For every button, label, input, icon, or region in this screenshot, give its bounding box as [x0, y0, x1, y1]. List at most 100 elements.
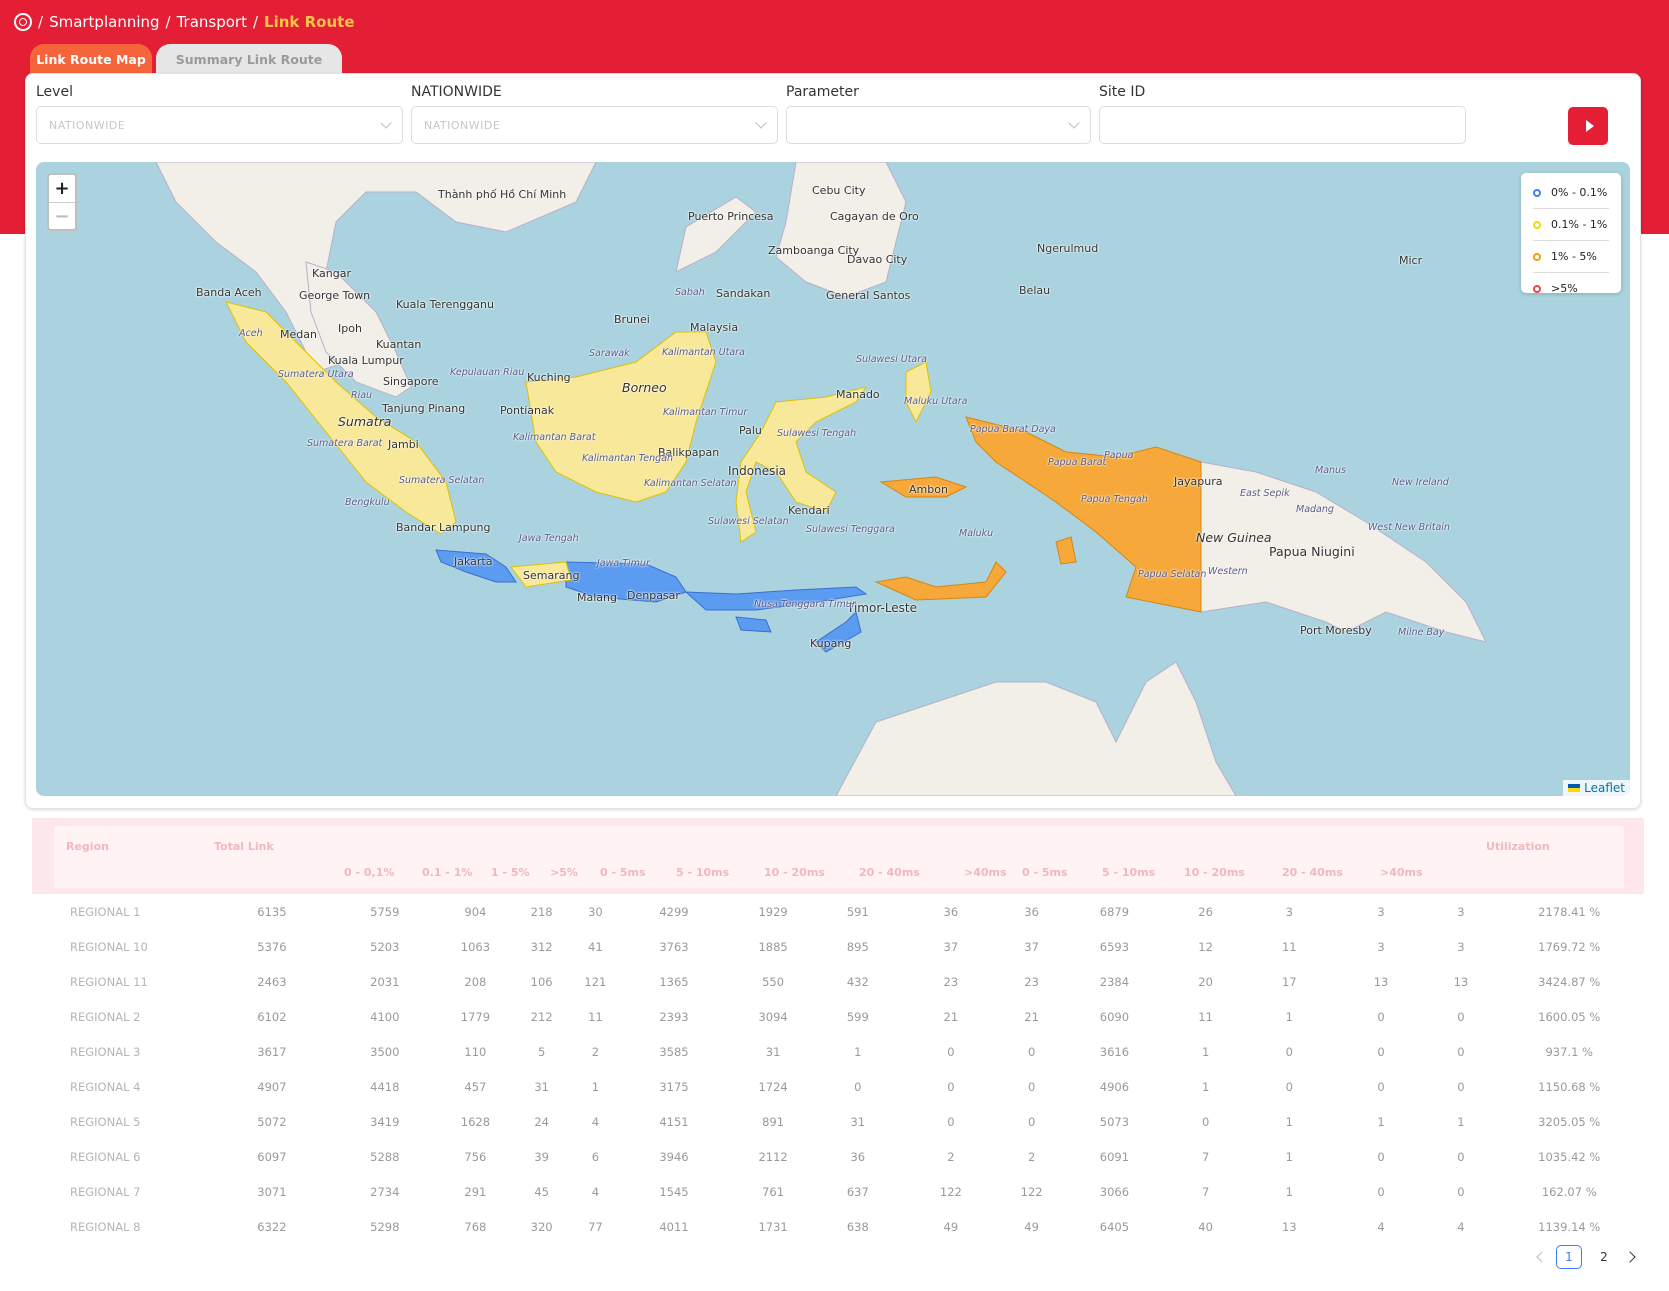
region-cell: REGIONAL 2 — [70, 1009, 141, 1024]
parameter-label: Parameter — [786, 84, 859, 100]
table-cell: 1 — [1201, 1044, 1210, 1059]
table-cell: 1 — [1457, 1114, 1465, 1129]
table-cell: 1365 — [659, 974, 689, 989]
table-cell: 6879 — [1099, 904, 1130, 919]
zoom-out-button[interactable]: − — [49, 203, 75, 230]
table-cell: 1769.72 % — [1538, 939, 1601, 954]
table-cell: 3094 — [758, 1009, 788, 1024]
table-cell: 4 — [591, 1184, 600, 1199]
table-cell: 3763 — [659, 939, 689, 954]
table-cell: 49 — [1024, 1219, 1039, 1234]
table-cell: 320 — [530, 1219, 553, 1234]
tab-summary-link-route[interactable]: Summary Link Route — [156, 44, 342, 74]
table-row: REGIONAL 6 6097 5288 756 39 6 3946 2112 36 2 2 6091… — [32, 1139, 1644, 1174]
table-cell: 756 — [464, 1149, 487, 1164]
table-cell: 5073 — [1099, 1114, 1130, 1129]
table-cell: 4907 — [257, 1079, 287, 1094]
region-cell: REGIONAL 10 — [70, 939, 148, 954]
table-cell: 550 — [762, 974, 785, 989]
table-cell: 2393 — [659, 1009, 689, 1024]
map-attribution[interactable]: Leaflet — [1563, 780, 1630, 796]
table-cell: 1 — [1285, 1184, 1293, 1199]
table-cell: 36 — [850, 1149, 866, 1164]
map-label-sumatra: Sumatra — [338, 414, 392, 429]
land-australia — [835, 661, 1237, 796]
table-cell: 110 — [464, 1044, 487, 1059]
table-cell: 3424.87 % — [1538, 974, 1601, 989]
chevron-left-icon[interactable] — [1536, 1251, 1548, 1263]
table-cell: 0 — [1457, 1044, 1465, 1059]
chevron-right-icon[interactable] — [1624, 1251, 1636, 1263]
table-cell: 77 — [588, 1219, 603, 1234]
level-filter: Level NATIONWIDE — [36, 84, 403, 144]
table-cell: 1150.68 % — [1538, 1079, 1601, 1094]
map-legend: 0% - 0.1% 0.1% - 1% 1% - 5% >5% — [1521, 173, 1621, 295]
tab-link-route-map[interactable]: Link Route Map — [30, 44, 152, 74]
map-panel: Level NATIONWIDE NATIONWIDE NATIONWIDE P… — [25, 73, 1641, 809]
header-cell: Total Link — [214, 840, 274, 853]
map-label-pontianak: Pontianak — [500, 404, 555, 417]
table-cell: 1600.05 % — [1538, 1009, 1601, 1024]
table-cell: 122 — [939, 1184, 962, 1199]
table-cell: 937.1 % — [1545, 1044, 1593, 1059]
table-cell: 6405 — [1099, 1219, 1130, 1234]
map-region-label: Sumatera Barat — [307, 438, 383, 449]
table-cell: 218 — [530, 904, 553, 919]
site-id-input[interactable] — [1099, 106, 1466, 144]
table-cell: 5072 — [257, 1114, 287, 1129]
table-cell: 11 — [1198, 1009, 1213, 1024]
table-cell: 1731 — [758, 1219, 788, 1234]
nationwide-select[interactable]: NATIONWIDE — [411, 106, 778, 144]
table-cell: 40 — [1198, 1219, 1213, 1234]
table-cell: 23 — [943, 974, 959, 989]
summary-table: Region Total Link 0 - 0,1% 0.1 - 1% 1 - … — [32, 818, 1644, 1240]
level-label: Level — [36, 84, 73, 100]
land-palawan — [675, 196, 757, 273]
map-label-jambi: Jambi — [388, 438, 419, 451]
table-cell: 0 — [1377, 1079, 1385, 1094]
header-cell: >40ms — [964, 866, 1007, 879]
level-select[interactable]: NATIONWIDE — [36, 106, 403, 144]
table-cell: 5376 — [257, 939, 287, 954]
map-label-brunei: Brunei — [614, 313, 650, 326]
header-cell: 10 - 20ms — [1184, 866, 1245, 879]
table-cell: 1545 — [659, 1184, 689, 1199]
table-cell: 3 — [1457, 939, 1465, 954]
table-cell: 2463 — [257, 974, 287, 989]
table-cell: 106 — [530, 974, 553, 989]
data-table: REGIONAL 1 6135 5759 904 218 30 4299 1929 591 36 3… — [32, 894, 1644, 1240]
map-region-label: Sumatera Selatan — [399, 475, 485, 486]
region-cell: REGIONAL 7 — [70, 1184, 141, 1199]
table-cell: 24 — [534, 1114, 549, 1129]
legend-item: 0% - 0.1% — [1533, 177, 1609, 209]
map-label-banda-aceh: Banda Aceh — [196, 286, 262, 299]
table-cell: 4 — [591, 1114, 600, 1129]
map-label-tanjung-pinang: Tanjung Pinang — [382, 402, 466, 415]
parameter-select[interactable] — [786, 106, 1091, 144]
home-icon[interactable] — [14, 13, 32, 31]
table-cell: 1 — [591, 1079, 600, 1094]
legend-label: 1% - 5% — [1551, 250, 1597, 263]
table-cell: 3 — [1285, 904, 1293, 919]
map-view[interactable]: + − 0% - 0.1% 0.1% - 1% 1% - 5% >5% Leaf… — [36, 162, 1630, 796]
breadcrumb-item-smartplanning[interactable]: Smartplanning — [49, 13, 159, 31]
table-cell: 1 — [1285, 1114, 1293, 1129]
table-cell: 0 — [1377, 1044, 1385, 1059]
region-cell: REGIONAL 11 — [70, 974, 148, 989]
table-cell: 904 — [464, 904, 487, 919]
map-canvas[interactable] — [36, 162, 1630, 796]
map-region-label: Riau — [351, 390, 373, 401]
legend-item: 0.1% - 1% — [1533, 209, 1609, 241]
page-2-button[interactable]: 2 — [1592, 1246, 1616, 1268]
leaflet-link[interactable]: Leaflet — [1584, 781, 1625, 795]
breadcrumb-item-transport[interactable]: Transport — [177, 13, 247, 31]
map-label-cagayan: Cagayan de Oro — [830, 210, 919, 223]
page-1-button[interactable]: 1 — [1556, 1245, 1582, 1269]
zoom-in-button[interactable]: + — [49, 175, 75, 203]
map-region-label: Kalimantan Tengah — [582, 453, 674, 464]
map-region-label: Sulawesi Tenggara — [806, 524, 895, 535]
table-cell: 1628 — [460, 1114, 491, 1129]
map-label-timor-leste: Timor-Leste — [847, 601, 918, 615]
submit-button[interactable] — [1568, 107, 1608, 145]
map-region-label: Papua — [1104, 450, 1134, 461]
